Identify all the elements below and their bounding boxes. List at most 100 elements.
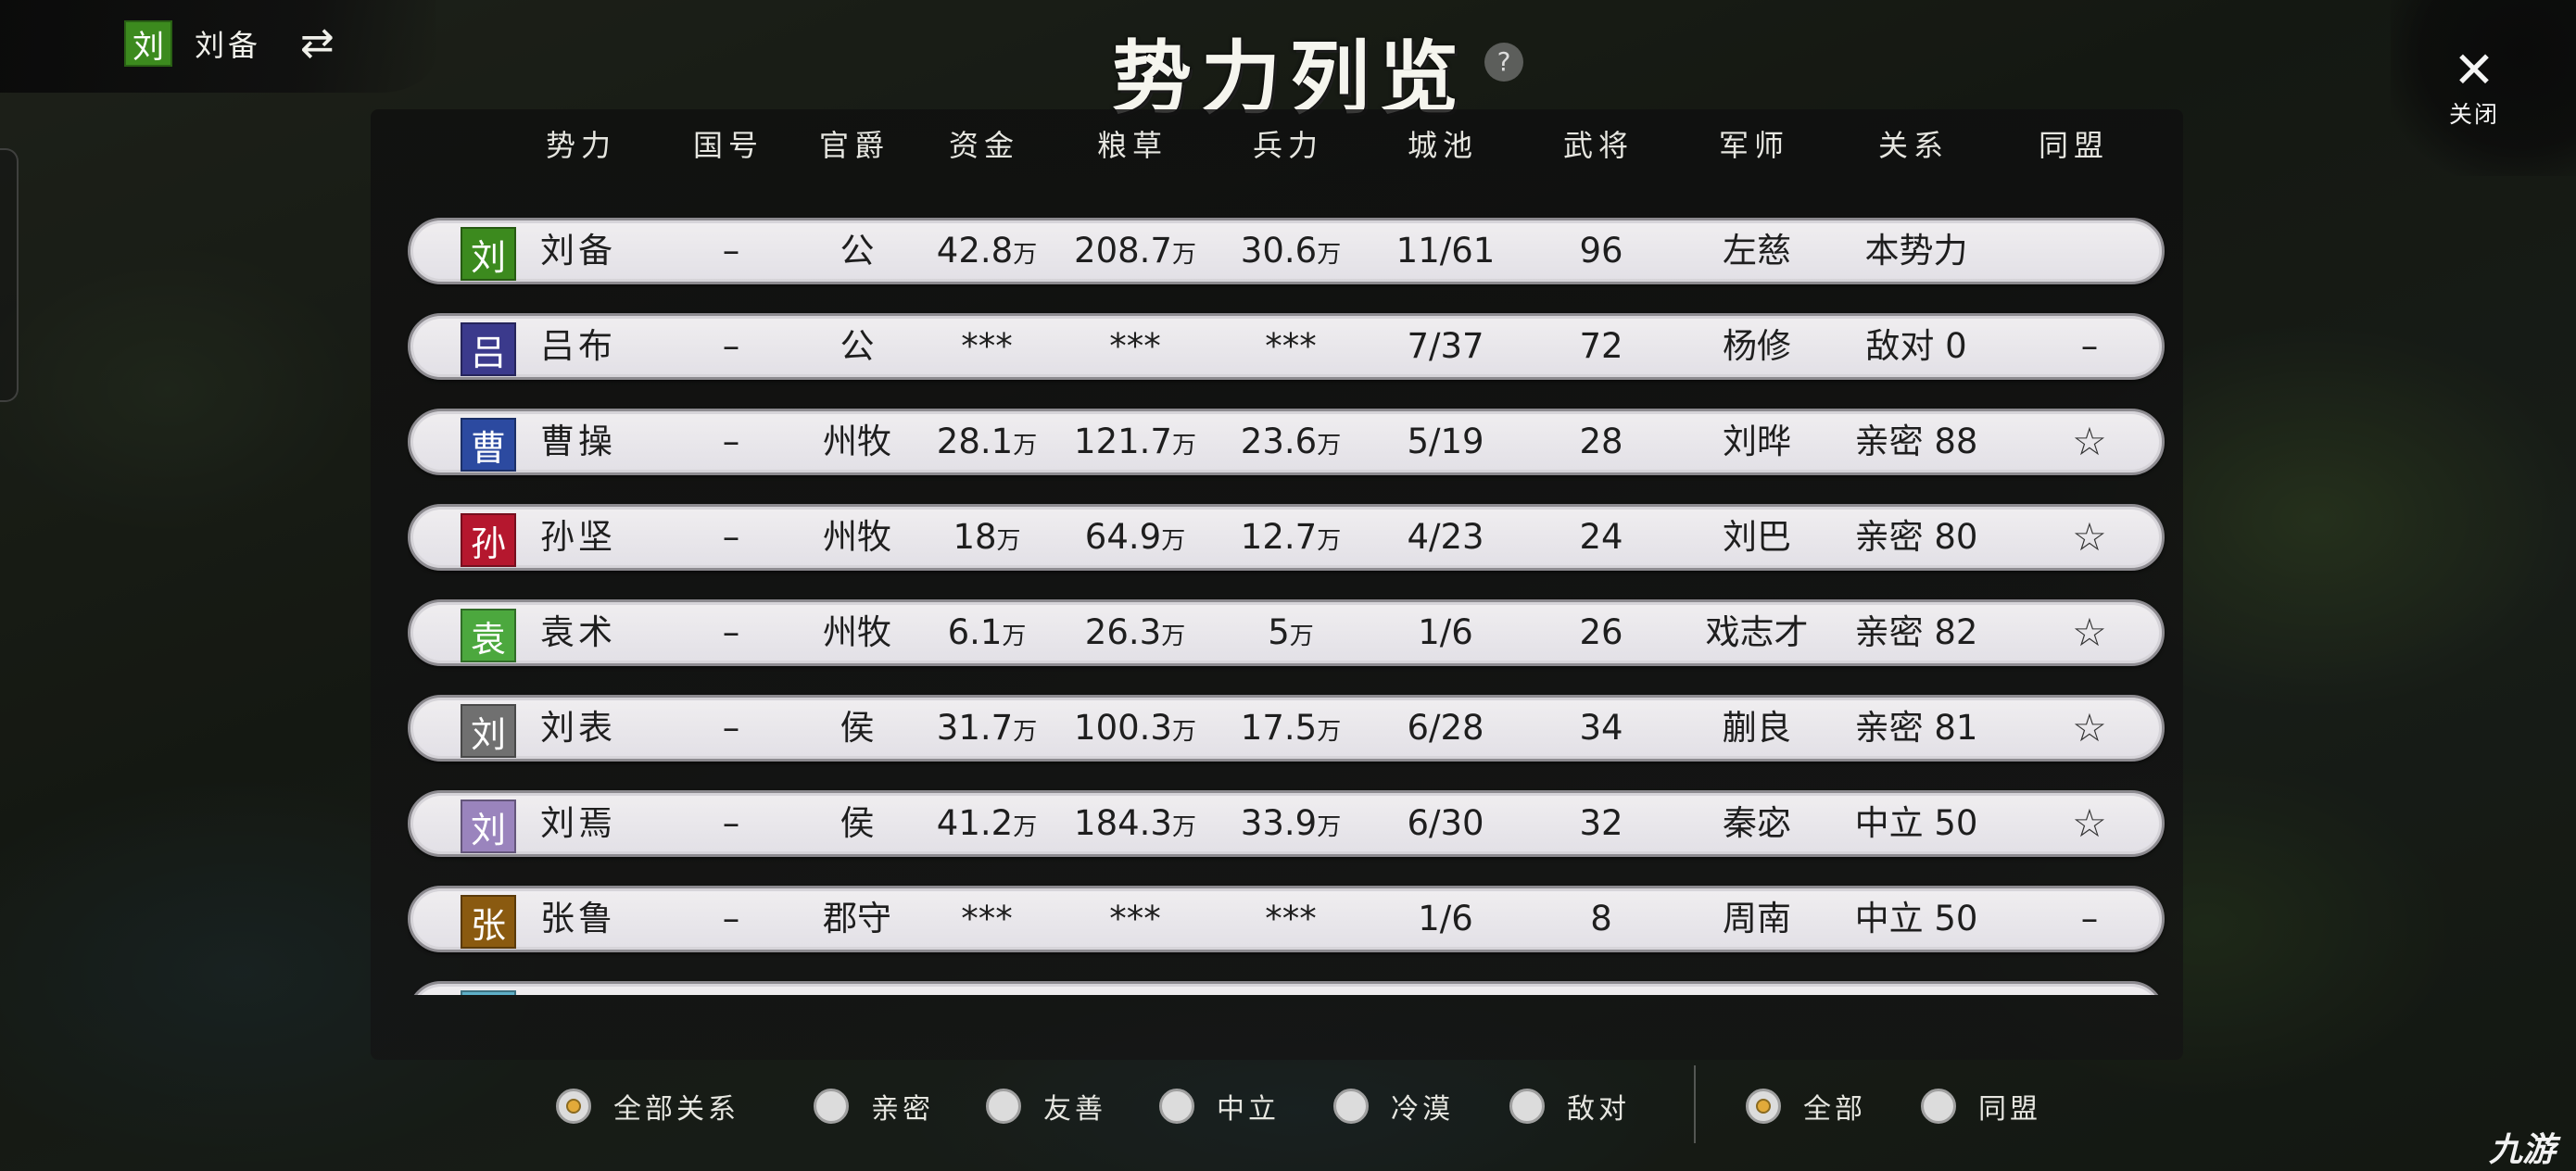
gold: 41.2万 xyxy=(936,803,1038,843)
watermark: 九游 xyxy=(2489,1131,2557,1169)
radio-selected-icon[interactable] xyxy=(1746,1089,1781,1124)
food: 184.3万 xyxy=(1074,803,1196,843)
advisor: 左慈 xyxy=(1723,231,1791,271)
radio-icon[interactable] xyxy=(814,1089,849,1124)
faction-name: 袁术 xyxy=(540,612,616,652)
radio-icon[interactable] xyxy=(986,1089,1021,1124)
country-name: – xyxy=(722,422,740,461)
faction-name: 张鲁 xyxy=(540,899,616,938)
cities: 7/37 xyxy=(1407,326,1484,366)
gold: 6.1万 xyxy=(947,612,1027,652)
alliance-filter-option[interactable]: 同盟 xyxy=(1921,1080,2041,1132)
alliance: – xyxy=(2080,326,2099,366)
radio-icon[interactable] xyxy=(1509,1089,1545,1124)
column-header-generals[interactable]: 武将 xyxy=(1563,122,1634,165)
alliance-star-icon[interactable]: ☆ xyxy=(2072,793,2107,854)
relation: 亲密 81 xyxy=(1854,708,1978,748)
relation-filter-option[interactable]: 全部关系 xyxy=(556,1080,739,1132)
alliance-filter-option[interactable]: 全部 xyxy=(1746,1080,1866,1132)
advisor: 杨修 xyxy=(1723,326,1791,366)
cities: 1/6 xyxy=(1418,612,1473,652)
country-name: – xyxy=(722,899,740,938)
player-name: 刘备 xyxy=(195,28,262,63)
player-seal: 刘 xyxy=(124,20,172,67)
close-button[interactable]: ✕ 关闭 xyxy=(2441,45,2507,130)
gold: 18万 xyxy=(953,517,1021,557)
close-label: 关闭 xyxy=(2448,101,2499,128)
relation: 亲密 88 xyxy=(1854,422,1978,461)
help-icon[interactable]: ? xyxy=(1484,43,1523,82)
faction-name: 吕布 xyxy=(540,326,616,366)
table-row[interactable]: 刘刘备 – 公 42.8万 208.7万 30.6万 11/61 96 左慈 本势力 xyxy=(408,218,2165,284)
column-header-advisor[interactable]: 军师 xyxy=(1719,122,1789,165)
gold: 28.1万 xyxy=(936,422,1038,461)
column-header-alliance[interactable]: 同盟 xyxy=(2039,122,2109,165)
alliance-star-icon[interactable]: ☆ xyxy=(2072,411,2107,472)
column-header-rank[interactable]: 官爵 xyxy=(819,122,890,165)
table-row[interactable]: 刘刘焉 – 侯 41.2万 184.3万 33.9万 6/30 32 秦宓 中立 50 ☆ xyxy=(408,790,2165,857)
filter-label: 友善 xyxy=(1043,1093,1106,1126)
cities: 11/61 xyxy=(1395,231,1496,271)
rank: 州牧 xyxy=(823,612,891,652)
table-row[interactable]: 吕吕布 – 公 *** *** *** 7/37 72 杨修 敌对 0 – xyxy=(408,313,2165,380)
column-header-troops[interactable]: 兵力 xyxy=(1253,122,1323,165)
radio-selected-icon[interactable] xyxy=(556,1089,591,1124)
rank: 郡守 xyxy=(823,899,891,938)
generals: 32 xyxy=(1579,803,1623,843)
column-header-food[interactable]: 粮草 xyxy=(1097,122,1168,165)
generals: 28 xyxy=(1579,422,1623,461)
alliance-star-icon[interactable]: ☆ xyxy=(2072,984,2107,995)
relation-filter-option[interactable]: 亲密 xyxy=(814,1080,934,1132)
cities: 4/23 xyxy=(1407,517,1484,557)
column-header-cities[interactable]: 城池 xyxy=(1408,122,1478,165)
faction-seal: 刘 xyxy=(461,704,516,758)
filter-label: 全部关系 xyxy=(613,1093,739,1126)
faction-table[interactable]: 刘刘备 – 公 42.8万 208.7万 30.6万 11/61 96 左慈 本势力吕吕布 – 公 **… xyxy=(408,170,2168,995)
table-row[interactable]: 公 公孙度 – 郡守 5万 12万 1.6万 1/5 12 阳仪 中立 53 ☆ xyxy=(408,981,2165,995)
relation-filter-option[interactable]: 友善 xyxy=(986,1080,1106,1132)
alliance: – xyxy=(2080,899,2099,938)
food: 100.3万 xyxy=(1074,708,1196,748)
relation: 亲密 80 xyxy=(1854,517,1978,557)
table-row[interactable]: 袁袁术 – 州牧 6.1万 26.3万 5万 1/6 26 戏志才 亲密 82 ☆ xyxy=(408,599,2165,666)
filter-bar: 全部关系 亲密 友善 中立 冷漠 敌对 全部 同盟 xyxy=(0,1080,2576,1136)
rank: 侯 xyxy=(840,803,875,843)
relation-filter-option[interactable]: 冷漠 xyxy=(1333,1080,1454,1132)
advisor: 戏志才 xyxy=(1705,612,1809,652)
table-row[interactable]: 张张鲁 – 郡守 *** *** *** 1/6 8 周南 中立 50 – xyxy=(408,886,2165,952)
alliance-star-icon[interactable]: ☆ xyxy=(2072,698,2107,759)
troops: 12.7万 xyxy=(1240,517,1342,557)
column-header-faction[interactable]: 势力 xyxy=(546,122,616,165)
side-drawer-handle[interactable] xyxy=(0,148,19,402)
rank: 州牧 xyxy=(823,422,891,461)
radio-icon[interactable] xyxy=(1921,1089,1956,1124)
country-name: – xyxy=(723,984,740,995)
faction-name: 孙坚 xyxy=(540,517,616,557)
faction-seal: 孙 xyxy=(461,513,516,567)
current-player: 刘 刘备 ⇄ xyxy=(124,20,335,67)
gold: 31.7万 xyxy=(936,708,1038,748)
food: 121.7万 xyxy=(1074,422,1196,461)
faction-name: 刘焉 xyxy=(540,803,616,843)
column-header-relation[interactable]: 关系 xyxy=(1878,122,1949,165)
faction-seal: 公 xyxy=(461,990,516,995)
faction-seal: 刘 xyxy=(461,227,516,281)
table-row[interactable]: 刘刘表 – 侯 31.7万 100.3万 17.5万 6/28 34 蒯良 亲密 81 ☆ xyxy=(408,695,2165,762)
country-name: – xyxy=(722,708,740,748)
troops: 5万 xyxy=(1268,612,1314,652)
advisor: 秦宓 xyxy=(1723,803,1791,843)
swap-arrows-icon[interactable]: ⇄ xyxy=(300,23,335,64)
alliance-star-icon[interactable]: ☆ xyxy=(2072,507,2107,568)
table-header: 势力 国号 官爵 资金 粮草 兵力 城池 武将 军师 关系 同盟 xyxy=(371,109,2183,170)
alliance-star-icon[interactable]: ☆ xyxy=(2072,602,2107,663)
relation-filter-option[interactable]: 中立 xyxy=(1159,1080,1280,1132)
column-header-gold[interactable]: 资金 xyxy=(949,122,1019,165)
radio-icon[interactable] xyxy=(1333,1089,1369,1124)
relation-filter-option[interactable]: 敌对 xyxy=(1509,1080,1630,1132)
table-row[interactable]: 曹曹操 – 州牧 28.1万 121.7万 23.6万 5/19 28 刘晔 亲密 88 ☆ xyxy=(408,409,2165,475)
radio-icon[interactable] xyxy=(1159,1089,1194,1124)
table-row[interactable]: 孙孙坚 – 州牧 18万 64.9万 12.7万 4/23 24 刘巴 亲密 80 ☆ xyxy=(408,504,2165,571)
food: 12万 xyxy=(1101,984,1168,995)
food: *** xyxy=(1109,899,1161,938)
column-header-country[interactable]: 国号 xyxy=(693,122,764,165)
